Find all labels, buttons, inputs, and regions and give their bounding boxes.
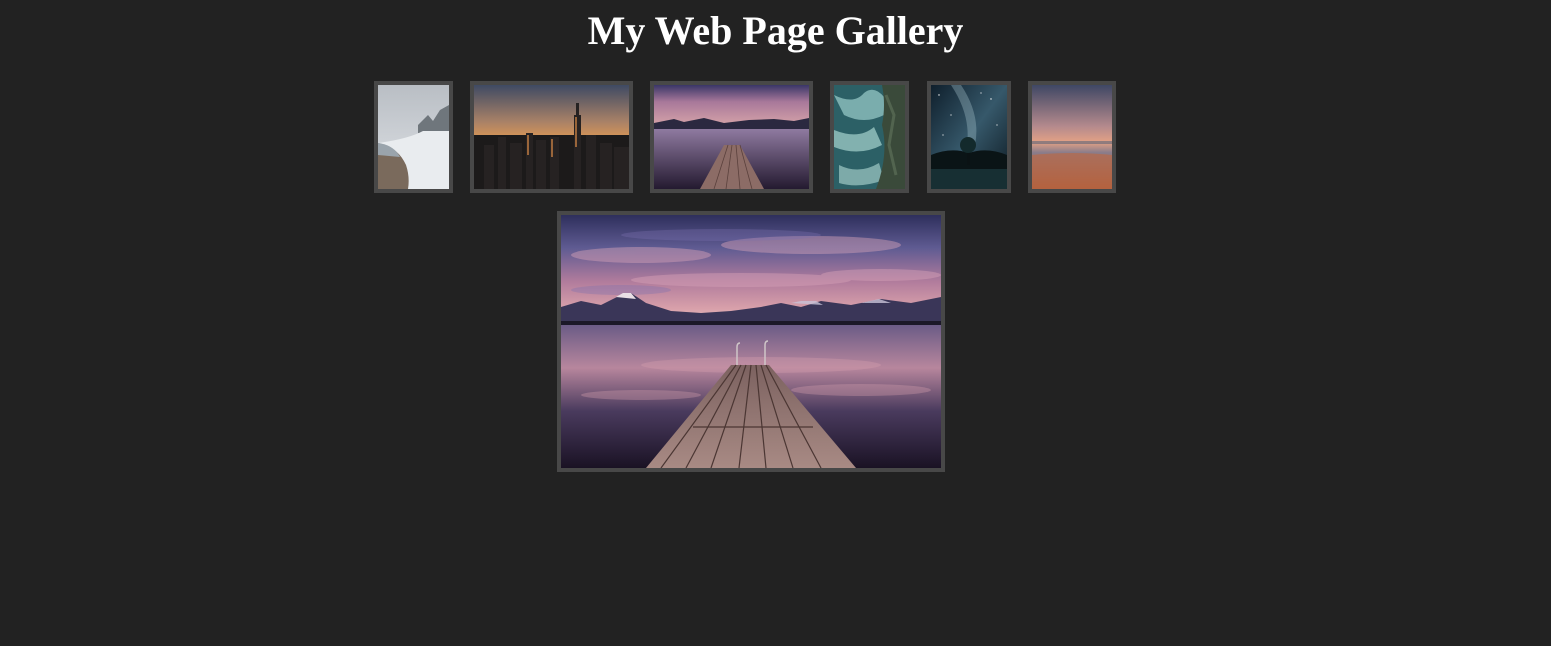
page-title: My Web Page Gallery (587, 8, 964, 53)
thumbnail-snowy-beach[interactable] (374, 81, 453, 193)
snowy-beach-image (378, 85, 449, 189)
thumbnail-milky-way[interactable] (927, 81, 1011, 193)
thumbnail-ocean-waves[interactable] (830, 81, 909, 193)
beach-sunset-image (1032, 85, 1112, 189)
thumbnail-city-skyline[interactable] (470, 81, 633, 193)
thumbnail-beach-sunset[interactable] (1028, 81, 1116, 193)
main-image (557, 211, 945, 472)
milky-way-image (931, 85, 1007, 189)
lake-pier-thumb-image (654, 85, 809, 189)
city-skyline-image (474, 85, 629, 189)
lake-pier-main-image (561, 215, 941, 468)
thumbnail-lake-pier[interactable] (650, 81, 813, 193)
ocean-waves-image (834, 85, 905, 189)
